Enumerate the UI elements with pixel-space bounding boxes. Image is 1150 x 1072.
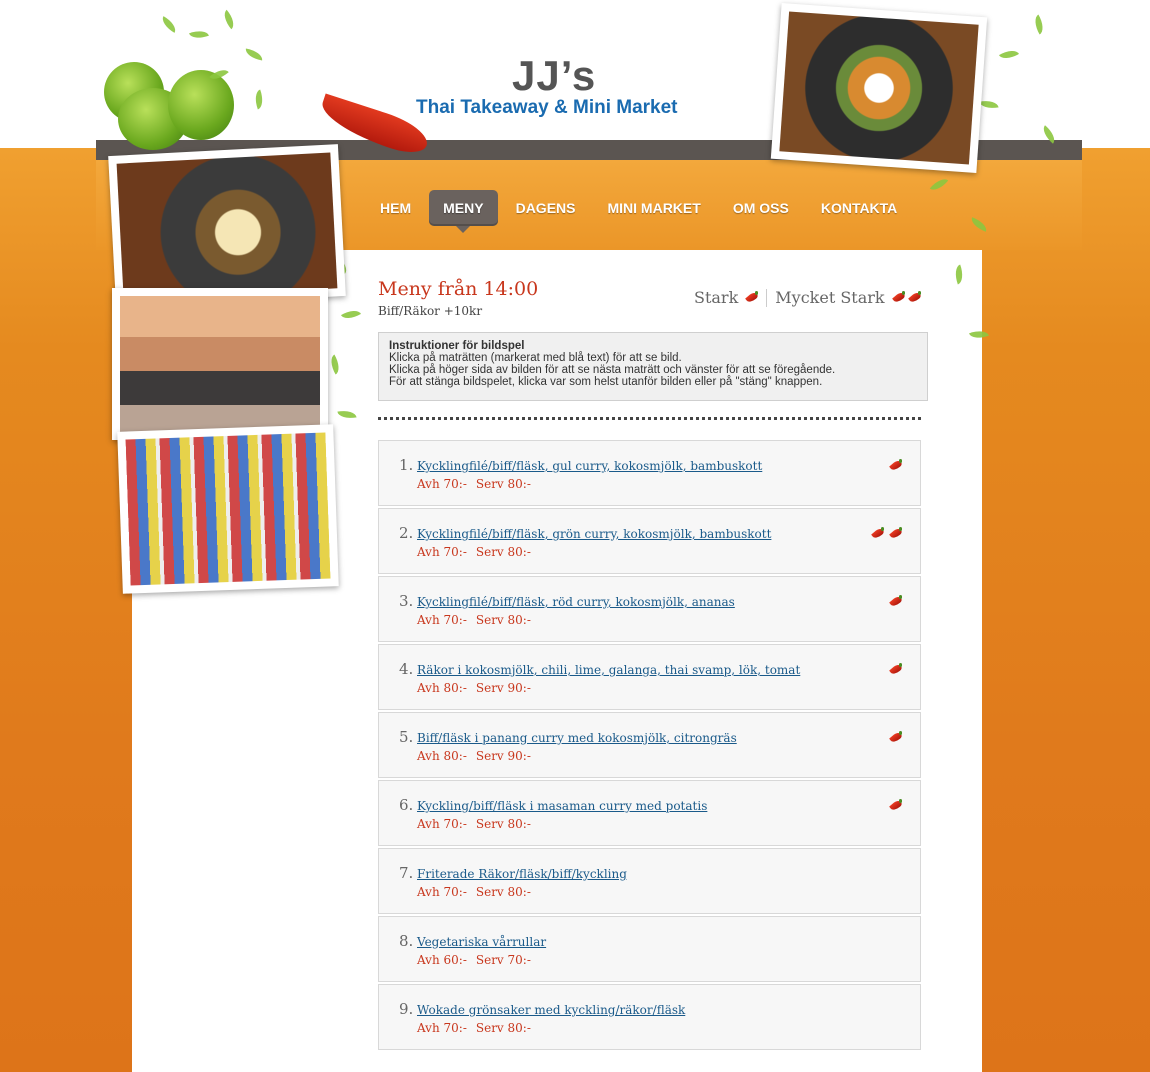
menu-item: 4. Räkor i kokosmjölk, chili, lime, gala… — [378, 644, 921, 710]
item-name-link[interactable]: Kycklingfilé/biff/fläsk, grön curry, kok… — [417, 527, 771, 541]
spice-level — [868, 527, 902, 541]
leaf-vine-icon — [150, 9, 280, 140]
item-name-link[interactable]: Friterade Räkor/fläsk/biff/kyckling — [417, 867, 627, 881]
menu-item: 8. Vegetariska vårrullar Avh 60:- Serv 70… — [378, 916, 921, 982]
instructions-line: Klicka på maträtten (markerat med blå te… — [389, 352, 682, 364]
menu-item: 5. Biff/fläsk i panang curry med kokosmj… — [378, 712, 921, 778]
item-number: 8. — [399, 932, 414, 950]
menu-item: 3. Kycklingfilé/biff/fläsk, röd curry, k… — [378, 576, 921, 642]
nav-hem[interactable]: HEM — [366, 190, 425, 226]
logo-subtitle: Thai Takeaway & Mini Market — [416, 97, 678, 118]
nav-dagens[interactable]: DAGENS — [502, 190, 590, 226]
restaurant-interior-photo — [112, 288, 328, 440]
menu-item: 2. Kycklingfilé/biff/fläsk, grön curry, … — [378, 508, 921, 574]
spice-level — [886, 731, 902, 745]
item-number: 4. — [399, 660, 414, 678]
menu-subtitle: Biff/Räkor +10kr — [378, 304, 483, 318]
item-number: 9. — [399, 1000, 414, 1018]
food-photo — [108, 144, 346, 308]
chili-pepper-icon — [888, 663, 902, 677]
food-photo-header — [770, 3, 988, 173]
instructions-line: Klicka på höger sida av bilden för att s… — [389, 364, 836, 376]
legend-divider — [766, 288, 768, 307]
item-name-link[interactable]: Wokade grönsaker med kyckling/räkor/fläs… — [417, 1003, 685, 1017]
item-number: 2. — [399, 524, 414, 542]
instructions-line: För att stänga bildspelet, klicka var so… — [389, 376, 823, 388]
slideshow-instructions: Instruktioner för bildspel Klicka på mat… — [378, 332, 928, 401]
spice-legend: Stark Mycket Stark — [694, 288, 921, 307]
spice-level — [886, 459, 902, 473]
item-number: 1. — [399, 456, 414, 474]
item-number: 3. — [399, 592, 414, 610]
menu-item: 1. Kycklingfilé/biff/fläsk, gul curry, k… — [378, 440, 921, 506]
spice-level — [886, 595, 902, 609]
item-price: Avh 70:- Serv 80:- — [417, 545, 531, 559]
menu-item: 6. Kyckling/biff/fläsk i masaman curry m… — [378, 780, 921, 846]
chili-pepper-icon — [744, 290, 759, 305]
item-name-link[interactable]: Kyckling/biff/fläsk i masaman curry med … — [417, 799, 707, 813]
item-number: 7. — [399, 864, 414, 882]
menu-item: 7. Friterade Räkor/fläsk/biff/kyckling A… — [378, 848, 921, 914]
item-number: 6. — [399, 796, 414, 814]
chili-pepper-icon — [870, 527, 884, 541]
item-price: Avh 70:- Serv 80:- — [417, 1021, 531, 1035]
item-number: 5. — [399, 728, 414, 746]
nav-meny[interactable]: MENY — [429, 190, 498, 233]
spice-level — [886, 799, 902, 813]
chili-pepper-icon — [888, 527, 902, 541]
main-nav: HEM MENY DAGENS MINI MARKET OM OSS KONTA… — [366, 190, 915, 233]
item-name-link[interactable]: Biff/fläsk i panang curry med kokosmjölk… — [417, 731, 737, 745]
chili-pepper-icon — [907, 290, 921, 305]
item-price: Avh 80:- Serv 90:- — [417, 749, 531, 763]
chili-pepper-icon — [888, 595, 902, 609]
item-name-link[interactable]: Kycklingfilé/biff/fläsk, gul curry, koko… — [417, 459, 762, 473]
item-name-link[interactable]: Räkor i kokosmjölk, chili, lime, galanga… — [417, 663, 800, 677]
nav-kontakta[interactable]: KONTAKTA — [807, 190, 911, 226]
menu-list: 1. Kycklingfilé/biff/fläsk, gul curry, k… — [378, 440, 921, 1052]
dotted-divider — [378, 417, 921, 420]
logo-title[interactable]: JJ’s — [512, 52, 596, 100]
legend-strong: Stark — [694, 288, 739, 307]
chili-pepper-icon — [888, 459, 902, 473]
item-price: Avh 60:- Serv 70:- — [417, 953, 531, 967]
legend-very-strong: Mycket Stark — [775, 288, 885, 307]
mini-market-photo — [117, 424, 339, 594]
item-name-link[interactable]: Vegetariska vårrullar — [417, 935, 546, 949]
item-price: Avh 70:- Serv 80:- — [417, 613, 531, 627]
menu-title: Meny från 14:00 — [378, 278, 539, 300]
nav-om-oss[interactable]: OM OSS — [719, 190, 803, 226]
chili-pepper-icon — [888, 731, 902, 745]
chili-pepper-icon — [891, 290, 905, 305]
item-price: Avh 70:- Serv 80:- — [417, 817, 531, 831]
item-name-link[interactable]: Kycklingfilé/biff/fläsk, röd curry, koko… — [417, 595, 735, 609]
item-price: Avh 70:- Serv 80:- — [417, 477, 531, 491]
spice-level — [886, 663, 902, 677]
menu-item: 9. Wokade grönsaker med kyckling/räkor/f… — [378, 984, 921, 1050]
item-price: Avh 70:- Serv 80:- — [417, 885, 531, 899]
chili-pepper-icon — [888, 799, 902, 813]
item-price: Avh 80:- Serv 90:- — [417, 681, 531, 695]
instructions-heading: Instruktioner för bildspel — [389, 340, 525, 352]
nav-mini-market[interactable]: MINI MARKET — [593, 190, 714, 226]
